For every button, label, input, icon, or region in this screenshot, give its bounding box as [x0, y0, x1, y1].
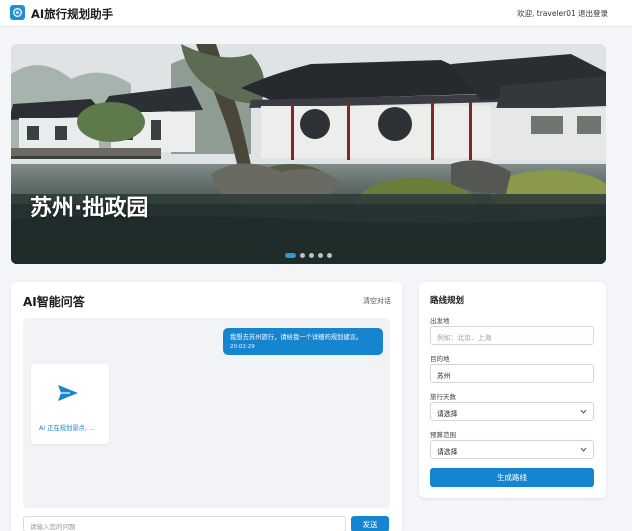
app-logo-icon — [10, 5, 25, 20]
hero-carousel[interactable]: 苏州·拙政园 — [11, 44, 606, 264]
user-message-time: 20:02:29 — [230, 344, 255, 350]
route-title: 路线规划 — [430, 296, 465, 306]
send-button[interactable]: 发送 — [351, 516, 389, 531]
paper-plane-icon — [57, 384, 79, 406]
budget-select-value: 请选择 — [437, 448, 458, 456]
budget-label: 预算范围 — [430, 431, 456, 439]
user-message-text: 我想去苏州旅行，请给我一个详细的规划建议。 — [230, 334, 363, 341]
chat-input[interactable]: 请输入您的问题 — [23, 516, 346, 531]
budget-select[interactable]: 请选择 — [430, 440, 594, 459]
top-navbar: AI旅行规划助手 欢迎, traveler01 退出登录 — [0, 0, 632, 27]
chat-title: AI智能问答 — [23, 295, 85, 309]
carousel-dot[interactable] — [318, 253, 323, 258]
carousel-dot[interactable] — [327, 253, 332, 258]
route-planning-panel: 路线规划 出发地 例如：北京、上海 目的地 苏州 旅行天数 请选择 预算范围 请… — [419, 282, 606, 498]
hero-scene-image — [11, 44, 606, 264]
carousel-dot[interactable] — [309, 253, 314, 258]
carousel-indicators — [285, 253, 332, 258]
carousel-dot[interactable] — [300, 253, 305, 258]
chevron-down-icon — [580, 408, 587, 417]
generate-route-button[interactable]: 生成路线 — [430, 468, 594, 487]
destination-input[interactable]: 苏州 — [430, 364, 594, 383]
clear-chat-button[interactable]: 清空对话 — [363, 296, 391, 306]
ai-message-bubble: AI 正在规划景点, ... — [31, 364, 109, 444]
days-select-value: 请选择 — [437, 410, 458, 418]
welcome-text: 欢迎, traveler01 — [517, 9, 576, 18]
days-select[interactable]: 请选择 — [430, 402, 594, 421]
logout-link[interactable]: 退出登录 — [578, 8, 608, 19]
ai-status-text: AI 正在规划景点, ... — [39, 425, 95, 432]
user-message-bubble: 我想去苏州旅行，请给我一个详细的规划建议。 20:02:29 — [223, 328, 383, 355]
days-label: 旅行天数 — [430, 393, 456, 401]
departure-label: 出发地 — [430, 317, 450, 325]
departure-input[interactable]: 例如：北京、上海 — [430, 326, 594, 345]
app-title: AI旅行规划助手 — [31, 7, 114, 21]
carousel-dot[interactable] — [285, 253, 296, 258]
chat-messages-area[interactable]: 我想去苏州旅行，请给我一个详细的规划建议。 20:02:29 AI 正在规划景点… — [23, 318, 390, 508]
hero-title: 苏州·拙政园 — [30, 196, 149, 221]
chevron-down-icon — [580, 446, 587, 455]
destination-label: 目的地 — [430, 355, 450, 363]
ai-chat-panel: AI智能问答 清空对话 我想去苏州旅行，请给我一个详细的规划建议。 20:02:… — [11, 282, 402, 531]
